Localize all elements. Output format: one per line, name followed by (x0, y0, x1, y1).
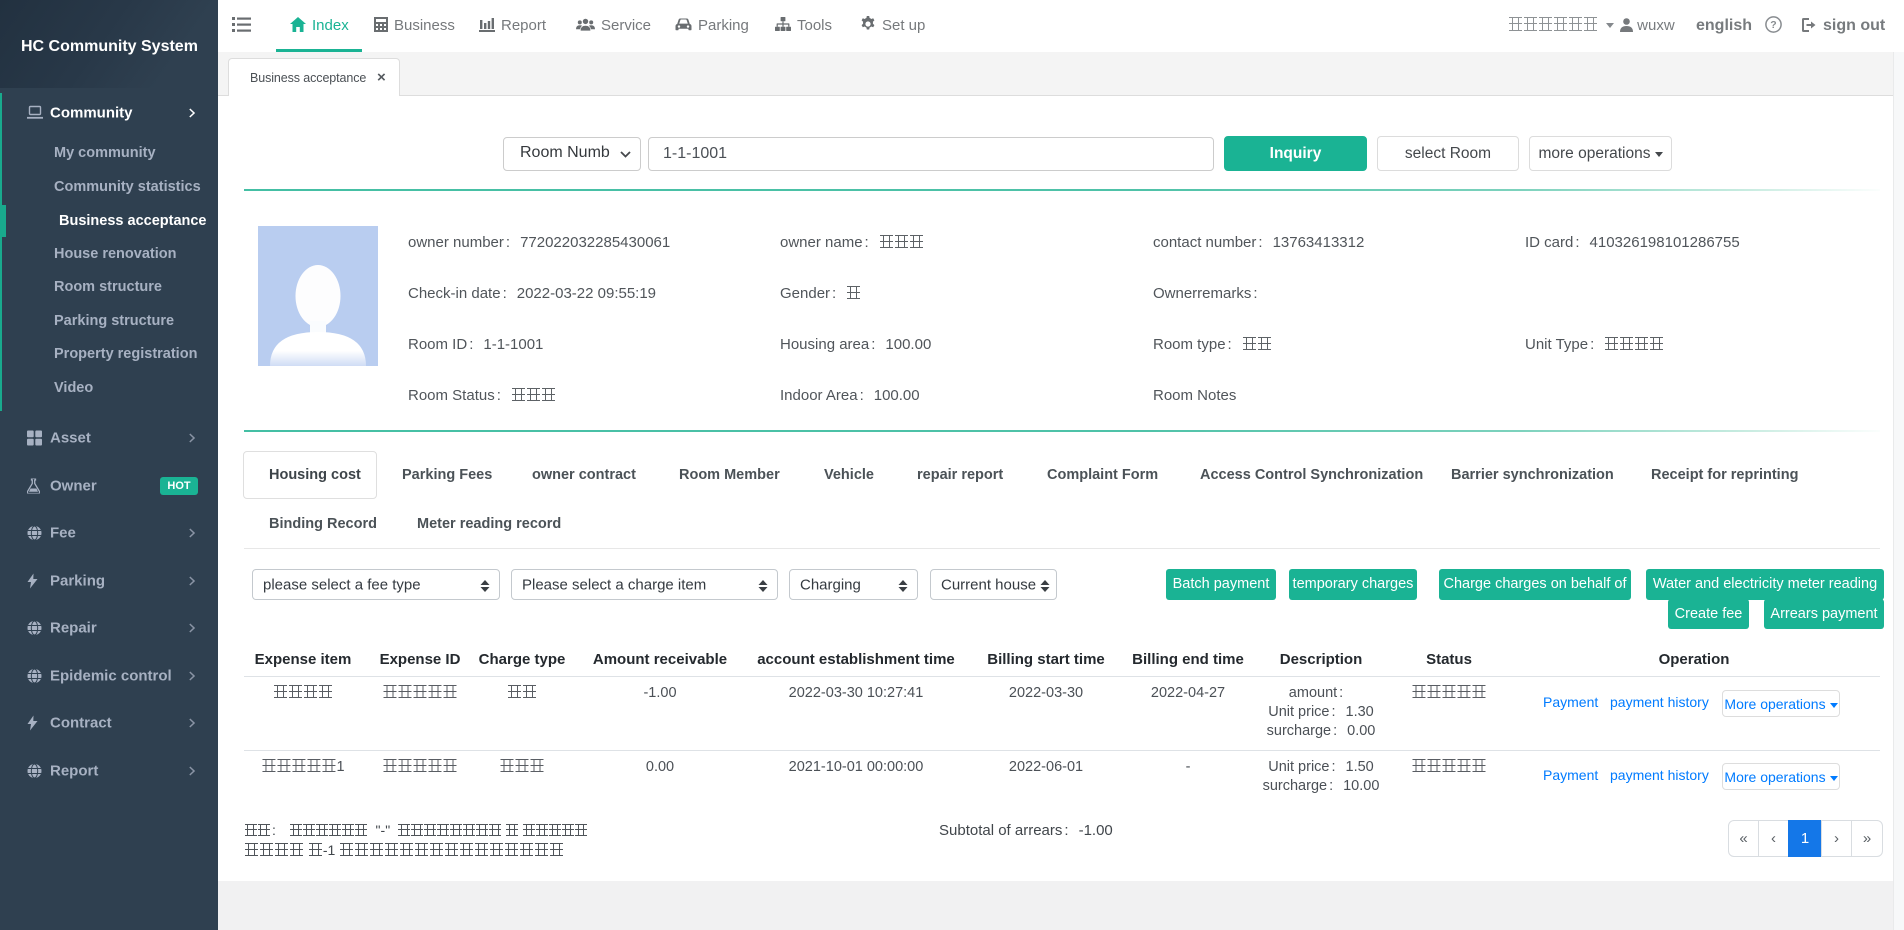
svg-text:?: ? (1770, 19, 1776, 31)
